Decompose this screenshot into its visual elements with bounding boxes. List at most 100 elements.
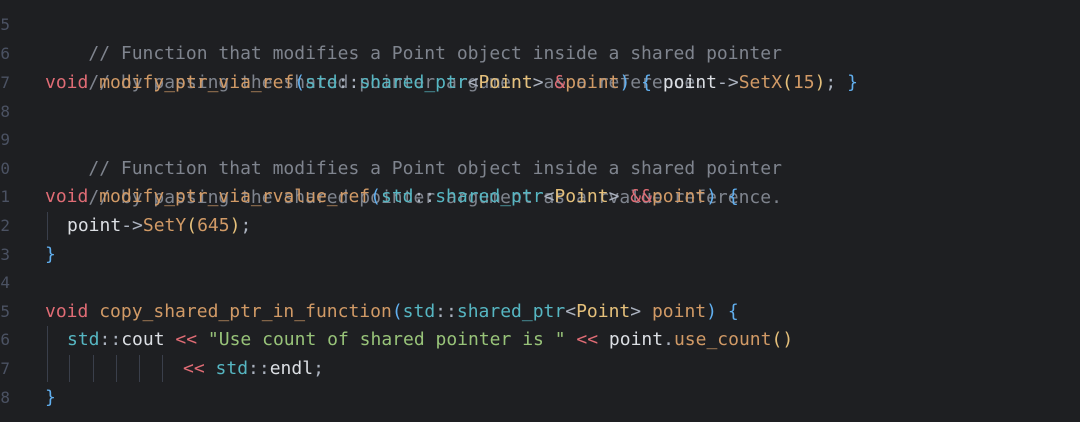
semicolon: ; [240,215,252,236]
code-line[interactable]: void modify_ptr_via_ref ( std::shared_ptr<… [45,68,858,97]
member-access: . [663,329,674,350]
angle-open: < [467,72,479,93]
identifier: point [67,215,122,236]
code-line[interactable]: // Function that modifies a Point object… [45,10,782,64]
stream-operator: << [565,329,609,350]
parameter-name: point [565,72,620,93]
paren: ( [391,301,403,322]
type-name: shared_ptr [456,301,566,322]
line-number: 1 [0,187,10,206]
scope-operator: :: [413,186,436,207]
paren: ) [814,72,826,93]
class-name: Point [576,301,631,322]
line-number: 5 [0,302,10,321]
code-line[interactable]: void copy_shared_ptr_in_function(std::sh… [45,297,739,326]
keyword: void [45,186,89,207]
semicolon: ; [313,358,324,379]
namespace: std [402,301,436,322]
line-number: 3 [0,245,10,264]
arrow-operator: -> [121,215,143,236]
type-name: shared_ptr [435,186,544,207]
class-name: Point [554,186,609,207]
code-line[interactable]: void modify_ptr_via_rvalue_ref(std::shar… [45,182,739,211]
brace: { [716,301,739,322]
parameter-name: point [651,186,707,207]
code-line[interactable]: << std::endl; [183,354,324,383]
scope-operator: :: [337,72,360,93]
line-number: 5 [0,15,10,34]
indent-guide [69,355,70,382]
paren: ) [619,72,631,93]
paren: ) [706,186,717,207]
type-name: shared_ptr [359,72,468,93]
stream-operator: << [164,329,208,350]
semicolon: ; [825,72,848,93]
line-number: 7 [0,359,10,378]
number-literal: 15 [792,72,815,93]
paren: ) [229,215,241,236]
identifier: point [662,72,717,93]
line-number: 7 [0,73,10,92]
code-line[interactable]: } [45,240,56,269]
stream-operator: << [183,358,216,379]
indent-guide [93,355,94,382]
function-name: copy_shared_ptr_in_function [99,301,392,322]
line-number: 8 [0,102,10,121]
indent-guide [116,355,117,382]
paren: ) [706,301,717,322]
brace: { [630,72,663,93]
class-name: Point [478,72,533,93]
angle-close: > [630,301,642,322]
brace: } [45,387,56,408]
indent-guide [47,326,48,382]
paren: ( [782,72,793,93]
line-number-gutter: 5 6 7 8 9 0 1 2 3 4 5 6 7 8 [0,0,14,422]
line-number: 8 [0,388,10,407]
method-call: SetY [142,215,187,236]
angle-close: > [532,72,544,93]
arrow-operator: -> [717,72,739,93]
angle-open: < [565,301,577,322]
method-call: use_count [673,329,772,350]
method-call: SetX [738,72,783,93]
angle-close: > [608,186,620,207]
namespace: std [215,358,249,379]
parameter-name: point [641,301,707,322]
scope-operator: :: [248,358,270,379]
code-line[interactable]: std::cout << "Use count of shared pointe… [67,325,793,354]
line-number: 2 [0,216,10,235]
number-literal: 645 [197,215,230,236]
code-line[interactable]: // Function that modifies a Point object… [45,125,782,179]
identifier: point [608,329,664,350]
code-line[interactable]: point->SetY(645); [67,211,251,240]
namespace: std [67,329,100,350]
code-line[interactable]: } [45,383,56,412]
rvalue-reference-operator: && [619,186,652,207]
line-number: 9 [0,130,10,149]
code-line[interactable]: // by passing the shared pointer argumen… [45,154,782,208]
indent-guide [162,355,163,382]
paren: ( [370,186,381,207]
brace: } [847,72,858,93]
line-number: 6 [0,44,10,63]
identifier: cout [121,329,165,350]
function-name: modify_ptr_via_ref [99,72,295,93]
indent-guide [139,355,140,382]
namespace: std [380,186,414,207]
keyword: void [45,72,89,93]
scope-operator: :: [99,329,122,350]
identifier: endl [269,358,314,379]
paren: ( [186,215,198,236]
reference-operator: & [543,72,566,93]
line-number: 6 [0,330,10,349]
paren: () [771,329,794,350]
line-number: 4 [0,273,10,292]
namespace: std [305,72,338,93]
brace: } [45,244,56,265]
angle-open: < [543,186,555,207]
string-literal: "Use count of shared pointer is " [207,329,566,350]
keyword: void [45,301,89,322]
line-number: 0 [0,159,10,178]
code-line[interactable]: // by passing the shared pointer argumen… [45,39,706,93]
code-editor[interactable]: 5 6 7 8 9 0 1 2 3 4 5 6 7 8 // Function … [0,0,1080,422]
